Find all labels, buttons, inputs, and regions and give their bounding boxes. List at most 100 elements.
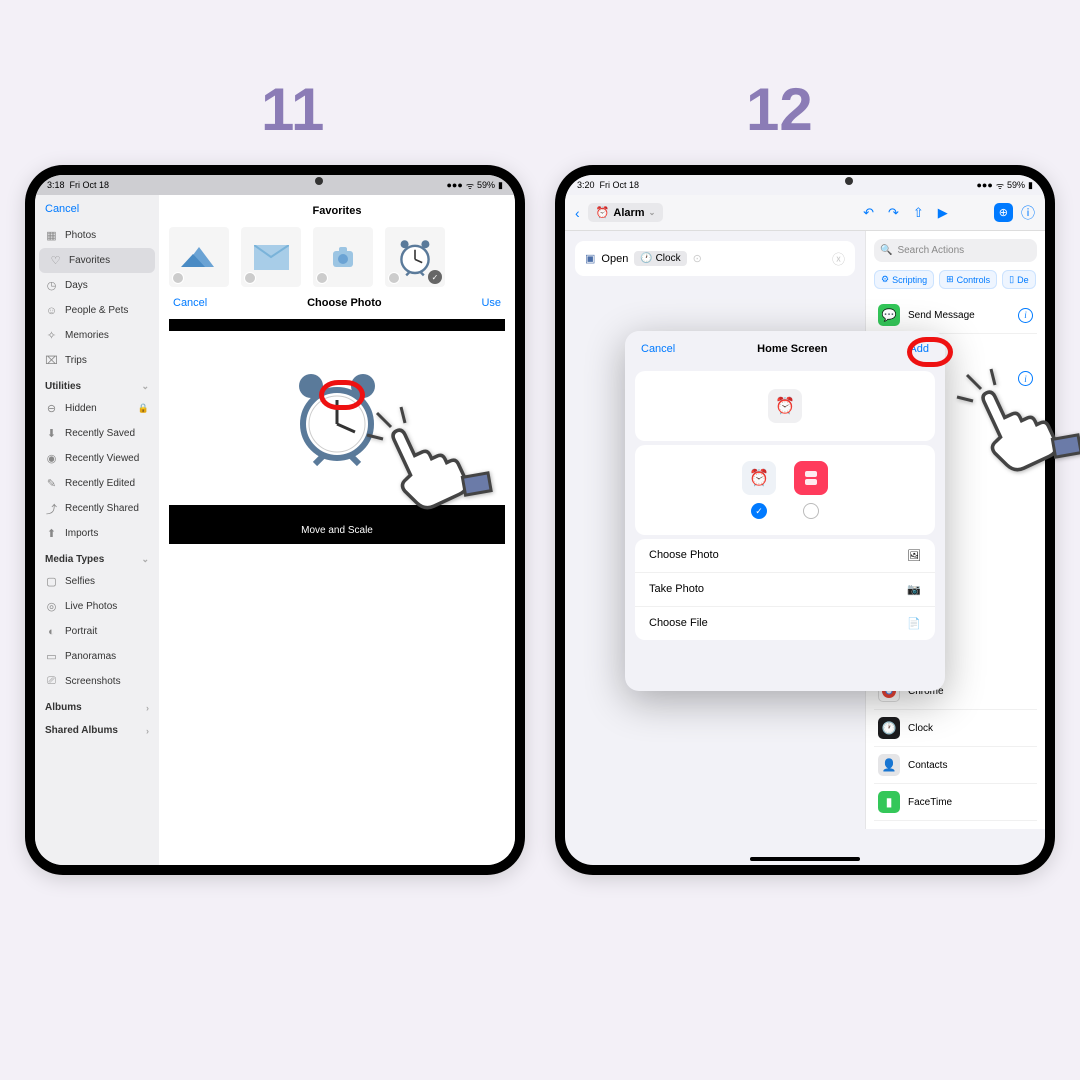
photo-thumbnail[interactable] <box>241 227 301 287</box>
photo-thumbnail[interactable] <box>313 227 373 287</box>
sidebar-item[interactable]: ▢Selfies <box>35 569 159 594</box>
sidebar-item[interactable]: ▭Panoramas <box>35 644 159 669</box>
sidebar-item[interactable]: ⤴Recently Shared <box>35 496 159 521</box>
photo-thumbnail[interactable] <box>169 227 229 287</box>
photo-icon: 🖼 <box>907 549 921 562</box>
shortcut-toolbar: ‹ ⏰Alarm⌄ ↶ ↷ ⇧ ▶ ⊕ ⓘ <box>565 195 1045 231</box>
portrait-icon: ◐ <box>45 625 58 638</box>
pointing-hand-icon <box>947 365 1080 490</box>
redo-button[interactable]: ↷ <box>888 205 899 221</box>
choose-photo-row[interactable]: Choose Photo🖼 <box>635 539 935 573</box>
action-item[interactable]: 💬Send Messagei <box>874 297 1037 334</box>
sidebar-item-memories[interactable]: ✧Memories <box>35 323 159 348</box>
icon-option-shortcuts[interactable] <box>794 461 828 495</box>
lock-icon: 🔒 <box>138 403 149 414</box>
use-button[interactable]: Use <box>481 297 501 309</box>
sidebar-item-trips[interactable]: ⌧Trips <box>35 348 159 373</box>
ipad-device: 3:18 Fri Oct 18 ●●●ᯤ59%▮ Cancel ▦Photos … <box>25 165 525 875</box>
chevron-down-icon: ⌄ <box>141 554 149 565</box>
home-indicator[interactable] <box>750 857 860 861</box>
sidebar-item-days[interactable]: ◷Days <box>35 273 159 298</box>
sidebar-item[interactable]: ✎Recently Edited <box>35 471 159 496</box>
sidebar-item-people[interactable]: ☺People & Pets <box>35 298 159 323</box>
favorite-icon <box>244 272 256 284</box>
download-icon: ⬇ <box>45 427 58 440</box>
sidebar-item-favorites[interactable]: ♡Favorites <box>39 248 155 273</box>
selected-icon: ✓ <box>428 270 442 284</box>
sidebar-item[interactable]: ⎚Screenshots <box>35 669 159 694</box>
sidebar-item-shared[interactable]: Shared Albums› <box>35 717 159 740</box>
play-button[interactable]: ▶ <box>938 205 948 221</box>
photos-icon: ▦ <box>45 229 58 242</box>
pencil-icon: ✎ <box>45 477 58 490</box>
category-chip[interactable]: ⚙Scripting <box>874 270 934 289</box>
selfie-icon: ▢ <box>45 575 58 588</box>
home-screen-modal: Cancel Home Screen Add ⏰ ⏰ ✓ Choose Phot… <box>625 331 945 691</box>
eye-icon: ◉ <box>45 452 58 465</box>
file-icon: 📄 <box>907 617 921 630</box>
take-photo-row[interactable]: Take Photo📷 <box>635 573 935 607</box>
import-icon: ⬆ <box>45 527 58 540</box>
chevron-down-icon: ⌄ <box>649 208 656 217</box>
add-action-button[interactable]: ⊕ <box>994 203 1013 222</box>
clock-preview-icon: ⏰ <box>768 389 802 423</box>
sidebar-item-photos[interactable]: ▦Photos <box>35 223 159 248</box>
sidebar-item-albums[interactable]: Albums› <box>35 694 159 717</box>
eye-slash-icon: ⊖ <box>45 402 58 415</box>
livephoto-icon: ◎ <box>45 600 58 613</box>
clock-icon: ⏰ <box>596 206 610 219</box>
icon-option-clock[interactable]: ⏰ <box>742 461 776 495</box>
undo-button[interactable]: ↶ <box>863 205 874 221</box>
category-chip[interactable]: ▯De <box>1002 270 1035 289</box>
sidebar-header-utilities[interactable]: Utilities⌄ <box>35 373 159 396</box>
chevron-right-icon: › <box>146 726 149 736</box>
highlight-ring <box>907 337 953 367</box>
suitcase-icon: ⌧ <box>45 354 58 367</box>
action-block[interactable]: ▣ Open 🕐 Clock ⊙ ⓧ <box>575 241 855 276</box>
shortcut-title[interactable]: ⏰Alarm⌄ <box>588 203 664 222</box>
sidebar-item[interactable]: ◎Live Photos <box>35 594 159 619</box>
facetime-icon: ▮ <box>878 791 900 813</box>
choose-file-row[interactable]: Choose File📄 <box>635 607 935 640</box>
sidebar-item[interactable]: ⬆Imports <box>35 521 159 546</box>
chevron-right-icon: › <box>146 703 149 713</box>
sidebar-header-media[interactable]: Media Types⌄ <box>35 546 159 569</box>
pointing-hand-icon <box>357 403 497 528</box>
controls-icon: ⊞ <box>946 274 954 285</box>
messages-icon: 💬 <box>878 304 900 326</box>
app-item[interactable]: 👤Contacts <box>874 747 1037 784</box>
sidebar-item[interactable]: ◐Portrait <box>35 619 159 644</box>
clock-icon: 🕐 <box>640 253 652 264</box>
sidebar-item[interactable]: ⬇Recently Saved <box>35 421 159 446</box>
remove-button[interactable]: ⓧ <box>832 249 845 268</box>
back-button[interactable]: ‹ <box>575 205 580 221</box>
info-icon[interactable]: i <box>1018 308 1033 323</box>
cancel-button[interactable]: Cancel <box>641 343 675 355</box>
radio-unselected[interactable] <box>803 503 819 519</box>
search-input[interactable]: 🔍Search Actions <box>874 239 1037 262</box>
category-chip[interactable]: ⊞Controls <box>939 270 997 289</box>
sidebar-item-hidden[interactable]: ⊖Hidden🔒 <box>35 396 159 421</box>
sidebar-item[interactable]: ◉Recently Viewed <box>35 446 159 471</box>
app-item[interactable]: ▮FaceTime <box>874 784 1037 821</box>
disclosure-icon[interactable]: ⊙ <box>693 252 702 265</box>
app-action-icon: ▣ <box>585 252 595 265</box>
preview-card: ⏰ <box>635 371 935 441</box>
info-button[interactable]: ⓘ <box>1021 203 1035 223</box>
favorite-icon <box>388 272 400 284</box>
memories-icon: ✧ <box>45 329 58 342</box>
radio-selected[interactable]: ✓ <box>751 503 767 519</box>
share-button[interactable]: ⇧ <box>913 205 924 221</box>
app-item[interactable]: 🕐Clock <box>874 710 1037 747</box>
contacts-icon: 👤 <box>878 754 900 776</box>
status-bar: 3:20 Fri Oct 18 ●●●ᯤ59%▮ <box>565 175 1045 195</box>
cancel-button[interactable]: Cancel <box>173 297 207 309</box>
panorama-icon: ▭ <box>45 650 58 663</box>
modal-title: Home Screen <box>757 343 827 355</box>
step-number: 11 <box>261 75 324 144</box>
photo-thumbnail[interactable]: ✓ <box>385 227 445 287</box>
photos-main: Favorites ✓ Cancel Choose Photo Use Mo <box>159 195 515 865</box>
cancel-button[interactable]: Cancel <box>35 195 159 223</box>
clock-icon <box>395 237 435 277</box>
clock-app-icon: 🕐 <box>878 717 900 739</box>
